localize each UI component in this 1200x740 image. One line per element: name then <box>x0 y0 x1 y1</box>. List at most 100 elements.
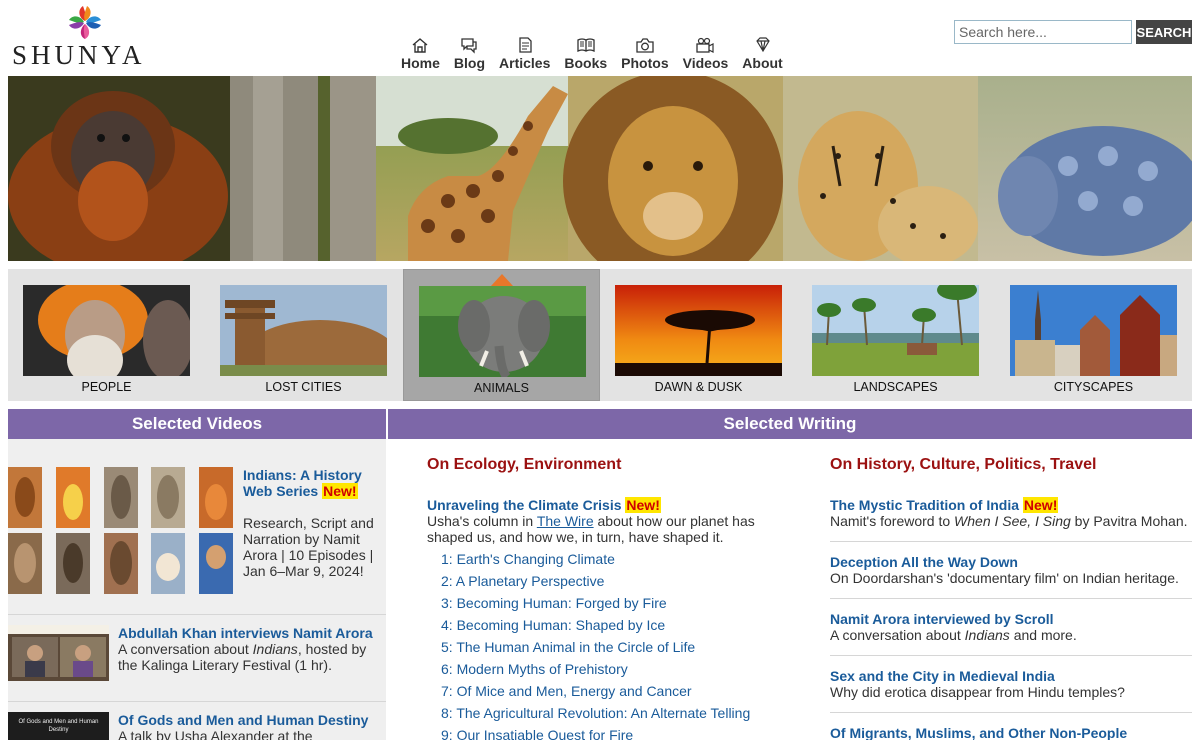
article-item: Deception All the Way Down On Doordarsha… <box>830 554 1190 586</box>
divider <box>8 614 386 615</box>
video-title-link[interactable]: Abdullah Khan interviews Namit Arora <box>118 625 380 641</box>
brand-name: SHUNYA <box>12 40 146 70</box>
nav-articles[interactable]: Articles <box>492 36 557 71</box>
climate-crisis-link[interactable]: Unraveling the Climate Crisis New! <box>427 497 767 513</box>
article-description: A conversation about Indians and more. <box>830 627 1190 643</box>
main-nav: Home Blog Articles Books Photos Videos A… <box>394 36 790 71</box>
search-input[interactable] <box>954 20 1132 44</box>
new-badge: New! <box>625 497 661 513</box>
article-title-link[interactable]: Sex and the City in Medieval India <box>830 668 1190 684</box>
category-animals[interactable]: ANIMALS <box>403 269 600 401</box>
article-title-link[interactable]: Namit Arora interviewed by Scroll <box>830 611 1190 627</box>
chapter-link[interactable]: 6: Modern Myths of Prehistory <box>441 661 628 677</box>
chapter-link[interactable]: 2: A Planetary Perspective <box>441 573 604 589</box>
video-camera-icon <box>696 37 715 53</box>
ecology-heading: On Ecology, Environment <box>427 456 622 473</box>
article-item: Sex and the City in Medieval India Why d… <box>830 668 1190 700</box>
divider <box>830 598 1192 599</box>
dawn-dusk-thumbnail <box>615 285 782 376</box>
video-title-link[interactable]: Of Gods and Men and Human Destiny <box>118 712 380 728</box>
home-icon <box>412 38 428 53</box>
new-badge: New! <box>322 483 358 499</box>
desc-text: A conversation about <box>830 627 965 643</box>
the-wire-link[interactable]: The Wire <box>537 513 594 529</box>
category-strip: PEOPLE LOST CITIES ANIMALS DAWN & DUSK L… <box>8 269 1192 401</box>
book-icon <box>577 38 595 53</box>
video-title-link[interactable]: Indians: A History Web Series New! <box>243 467 378 499</box>
nav-home[interactable]: Home <box>394 36 447 71</box>
category-dawn-dusk[interactable]: DAWN & DUSK <box>600 269 797 401</box>
nav-about-label: About <box>742 55 783 71</box>
desc-emphasis: Indians <box>964 627 1010 643</box>
search-button[interactable]: SEARCH <box>1136 20 1192 44</box>
category-label: LANDSCAPES <box>853 380 938 394</box>
selected-writing-heading: Selected Writing <box>388 409 1192 439</box>
article-title-link[interactable]: The Mystic Tradition of India New! <box>830 497 1190 513</box>
nav-photos[interactable]: Photos <box>614 36 675 71</box>
chapter-link[interactable]: 3: Becoming Human: Forged by Fire <box>441 595 667 611</box>
chat-icon <box>461 38 478 54</box>
chapter-link[interactable]: 9: Our Insatiable Quest for Fire <box>441 727 633 740</box>
gods-and-men-thumbnail[interactable]: Of Gods and Men and Human Destiny <box>8 712 109 740</box>
video-description: A talk by Usha Alexander at the <box>118 728 313 740</box>
desc-text: Namit's foreword to <box>830 513 955 529</box>
article-description: Namit's foreword to When I See, I Sing b… <box>830 513 1190 529</box>
category-label: ANIMALS <box>474 381 529 395</box>
category-cityscapes[interactable]: CITYSCAPES <box>995 269 1192 401</box>
divider <box>830 655 1192 656</box>
article-description: On Doordarshan's 'documentary film' on I… <box>830 570 1179 586</box>
category-label: LOST CITIES <box>265 380 342 394</box>
desc-text: A conversation about <box>118 641 253 657</box>
desc-text: by Pavitra Mohan. <box>1070 513 1188 529</box>
category-label: PEOPLE <box>81 380 132 394</box>
chapter-link[interactable]: 4: Becoming Human: Shaped by Ice <box>441 617 665 633</box>
nav-about[interactable]: About <box>735 36 789 71</box>
indians-series-thumbnail-grid[interactable] <box>8 467 236 594</box>
chapter-link[interactable]: 1: Earth's Changing Climate <box>441 551 615 567</box>
divider <box>830 712 1192 713</box>
lost-cities-thumbnail <box>220 285 387 376</box>
category-lost-cities[interactable]: LOST CITIES <box>205 269 402 401</box>
nav-blog[interactable]: Blog <box>447 36 492 71</box>
nav-books[interactable]: Books <box>557 36 614 71</box>
chapter-link[interactable]: 5: The Human Animal in the Circle of Lif… <box>441 639 695 655</box>
selected-videos-panel: Indians: A History Web Series New! Resea… <box>8 439 386 740</box>
selected-videos-heading: Selected Videos <box>8 409 386 439</box>
category-people[interactable]: PEOPLE <box>8 269 205 401</box>
cityscapes-thumbnail <box>1010 285 1177 376</box>
category-landscapes[interactable]: LANDSCAPES <box>797 269 994 401</box>
landscapes-thumbnail <box>812 285 979 376</box>
article-title-link[interactable]: Deception All the Way Down <box>830 554 1190 570</box>
article-item: Namit Arora interviewed by Scroll A conv… <box>830 611 1190 643</box>
divider <box>8 701 386 702</box>
camera-icon <box>636 38 654 53</box>
nav-videos[interactable]: Videos <box>676 36 736 71</box>
nav-videos-label: Videos <box>682 55 729 71</box>
article-item: Of Migrants, Muslims, and Other Non-Peop… <box>830 725 1190 740</box>
wildlife-banner-image <box>8 76 1192 261</box>
nav-home-label: Home <box>401 55 440 71</box>
divider <box>830 541 1192 542</box>
desc-emphasis: Indians <box>252 641 298 657</box>
category-label: CITYSCAPES <box>1053 380 1134 394</box>
search-bar: SEARCH <box>954 20 1192 44</box>
article-item: The Mystic Tradition of India New! Namit… <box>830 497 1190 529</box>
site-logo[interactable]: SHUNYA <box>12 4 162 70</box>
video-description: Research, Script and Narration by Namit … <box>243 515 374 579</box>
category-label: DAWN & DUSK <box>654 380 743 394</box>
chapter-link[interactable]: 8: The Agricultural Revolution: An Alter… <box>441 705 750 721</box>
article-title: Unraveling the Climate Crisis <box>427 497 622 513</box>
thumbnail-caption: Of Gods and Men and Human Destiny <box>18 719 99 733</box>
desc-text: Usha's column in <box>427 513 537 529</box>
animals-thumbnail <box>419 286 586 377</box>
page: { "header": { "brand": "SHUNYA", "search… <box>0 0 1200 740</box>
article-description: Why did erotica disappear from Hindu tem… <box>830 684 1125 700</box>
article-title-link[interactable]: Of Migrants, Muslims, and Other Non-Peop… <box>830 725 1190 740</box>
chapter-link[interactable]: 7: Of Mice and Men, Energy and Cancer <box>441 683 692 699</box>
desc-text: and more. <box>1009 627 1077 643</box>
active-indicator-arrow <box>491 274 513 286</box>
abdullah-khan-interview-thumbnail[interactable] <box>8 625 109 681</box>
nav-blog-label: Blog <box>453 55 486 71</box>
desc-emphasis: When I See, I Sing <box>954 513 1071 529</box>
people-thumbnail <box>23 285 190 376</box>
